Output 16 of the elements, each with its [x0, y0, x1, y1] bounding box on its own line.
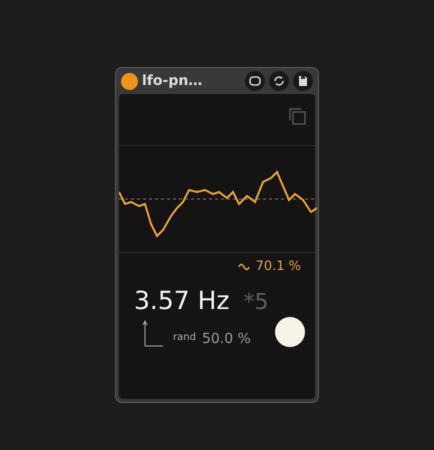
- link-icon: [249, 76, 261, 86]
- rand-label: rand: [173, 332, 196, 343]
- amount-value[interactable]: 70.1 %: [256, 259, 301, 274]
- trigger-button[interactable]: [275, 317, 305, 347]
- rand-value[interactable]: 50.0 %: [202, 331, 269, 347]
- power-button[interactable]: [121, 72, 138, 90]
- save-icon: [298, 75, 308, 87]
- axis-arrow-icon: [143, 319, 163, 347]
- rate-value[interactable]: 3.57 Hz: [134, 286, 230, 315]
- wave-icon: [238, 262, 250, 272]
- device-title: lfo-pn…: [142, 73, 204, 89]
- refresh-icon: [273, 75, 285, 87]
- copy-icon[interactable]: [287, 106, 307, 126]
- refresh-button[interactable]: [269, 71, 289, 91]
- save-button[interactable]: [293, 71, 313, 91]
- link-button[interactable]: [245, 71, 265, 91]
